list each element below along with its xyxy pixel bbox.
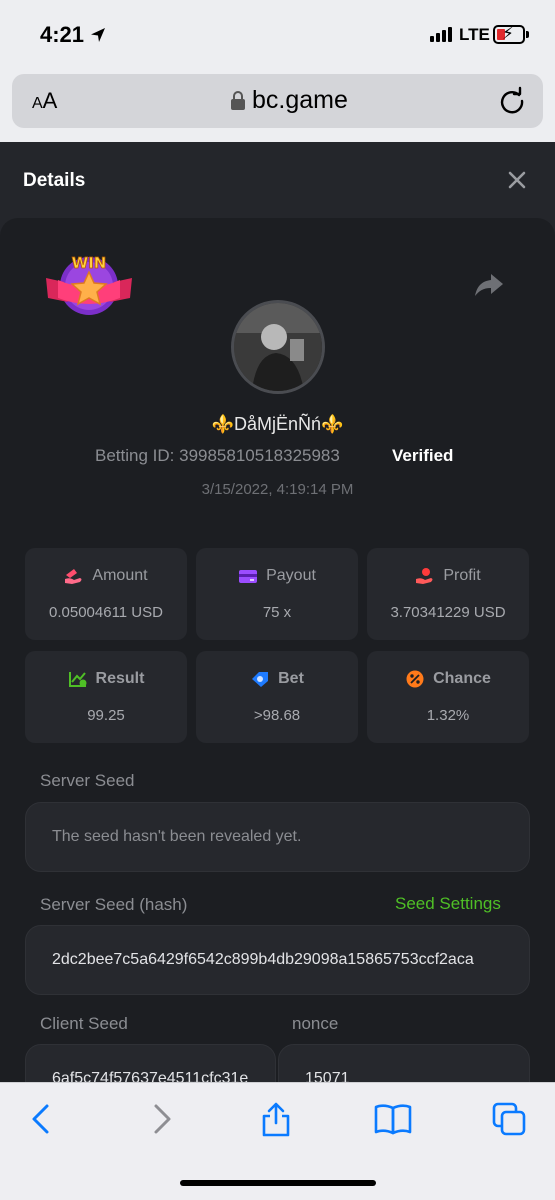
server-seed-hash-label: Server Seed (hash) [40,895,188,914]
user-avatar [231,300,325,394]
chance-percent-icon [406,670,424,688]
profit-hand-coin-icon [416,568,433,584]
tabs-icon[interactable] [491,1101,527,1137]
nonce-value: 15071 [305,1070,350,1082]
stat-card-result: Result 99.25 [25,651,187,743]
bookmarks-icon[interactable] [373,1101,413,1137]
betting-id: Betting ID: 39985810518325983 [95,446,340,465]
bet-details-panel: WIN ⚜️DåMjËnÑń⚜️ Betting ID: 39985810518… [0,218,555,1082]
seed-settings-link[interactable]: Seed Settings [395,894,501,914]
avatar-photo [234,303,322,391]
modal-header: Details [0,142,555,218]
back-chevron-icon[interactable] [24,1101,60,1137]
profit-value: 3.70341229 USD [390,604,506,621]
client-seed-label: Client Seed [40,1014,128,1033]
stat-card-amount: Amount 0.05004611 USD [25,548,187,640]
forward-chevron-icon[interactable] [143,1101,179,1137]
username: ⚜️DåMjËnÑń⚜️ [211,414,344,434]
address-bar[interactable]: AA bc.game [12,74,543,128]
bet-tag-icon [252,672,269,687]
verified-link[interactable]: Verified [392,446,453,466]
chance-value: 1.32% [426,707,470,724]
stat-card-payout: Payout 75 x [196,548,358,640]
payout-value: 75 x [262,604,292,621]
nonce-field[interactable]: 15071 [278,1044,530,1082]
server-seed-field: The seed hasn't been revealed yet. [25,802,530,872]
bet-value: >98.68 [253,707,301,724]
result-chart-icon [68,672,87,687]
payout-card-icon [239,570,258,583]
result-value: 99.25 [87,707,125,724]
client-seed-field[interactable]: 6af5c74f57637e4511cfc31e [25,1044,276,1082]
reload-icon[interactable] [497,86,527,116]
network-type-label: LTE [459,25,490,44]
svg-text:WIN: WIN [72,254,107,272]
text-size-button[interactable]: AA [32,88,57,114]
modal-title: Details [23,170,86,191]
server-seed-label: Server Seed [40,771,135,790]
battery-charging-icon: ⚡ [493,24,529,44]
server-seed-value: The seed hasn't been revealed yet. [52,828,302,845]
location-arrow-icon [91,28,105,42]
stat-card-chance: Chance 1.32% [367,651,529,743]
client-seed-value: 6af5c74f57637e4511cfc31e [52,1070,249,1082]
bet-timestamp: 3/15/2022, 4:19:14 PM [201,481,354,498]
server-seed-hash-value: 2dc2bee7c5a6429f6542c899b4db29098a158657… [52,951,474,968]
url-display[interactable]: bc.game [230,86,348,115]
status-bar: 4:21 LTE ⚡ [0,0,555,66]
stat-card-profit: Profit 3.70341229 USD [367,548,529,640]
nonce-label: nonce [292,1014,339,1033]
lock-icon [231,90,245,110]
browser-address-area: AA bc.game [0,66,555,142]
url-text: bc.game [252,86,348,114]
amount-value: 0.05004611 USD [49,604,163,621]
cellular-signal-icon [430,26,454,42]
close-icon[interactable] [505,168,529,192]
share-icon[interactable] [258,1101,294,1137]
server-seed-hash-field[interactable]: 2dc2bee7c5a6429f6542c899b4db29098a158657… [25,925,530,995]
home-indicator [180,1180,376,1186]
win-badge-icon: WIN [46,254,132,315]
status-time: 4:21 [40,22,85,47]
stat-card-bet: Bet >98.68 [196,651,358,743]
amount-icon [65,569,82,584]
share-arrow-icon[interactable] [474,272,504,298]
